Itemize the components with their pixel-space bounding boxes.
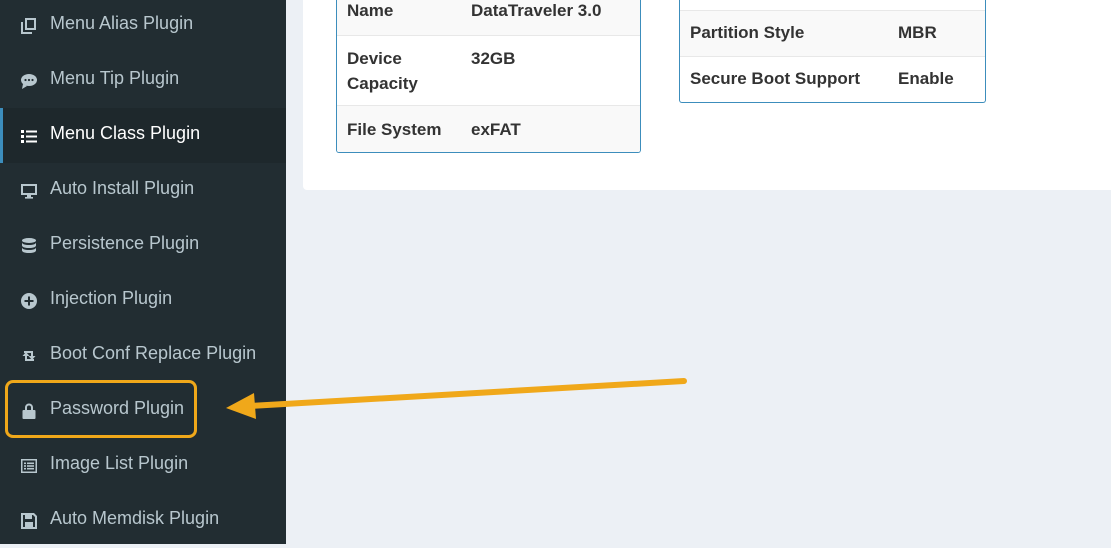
- annotation-arrow-icon: [226, 378, 687, 419]
